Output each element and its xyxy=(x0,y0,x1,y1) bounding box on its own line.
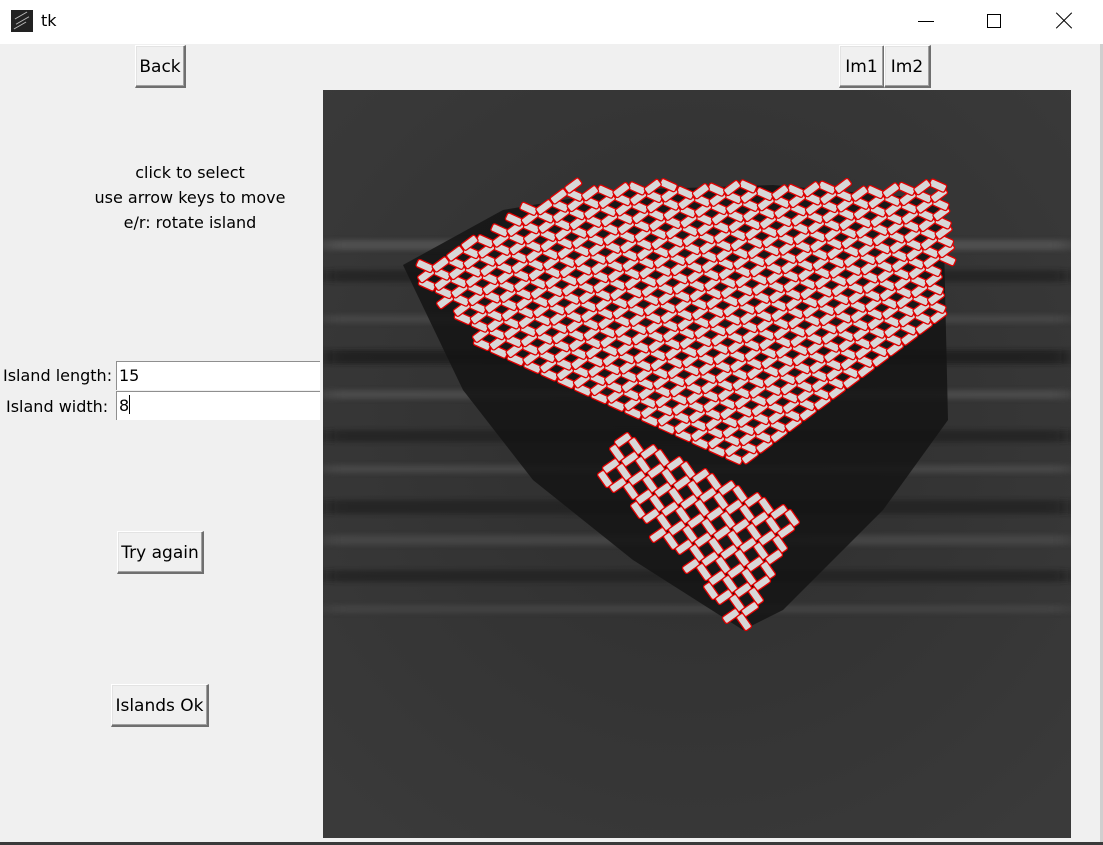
island-image-canvas[interactable] xyxy=(323,90,1071,838)
close-button[interactable] xyxy=(1041,0,1087,44)
back-button[interactable]: Back xyxy=(135,45,186,88)
try-again-button[interactable]: Try again xyxy=(117,531,204,574)
close-icon xyxy=(1055,12,1073,30)
islands-ok-button[interactable]: Islands Ok xyxy=(111,684,209,727)
instruction-move: use arrow keys to move xyxy=(94,188,286,207)
window-title: tk xyxy=(41,11,57,30)
maximize-icon xyxy=(987,14,1001,28)
text-caret xyxy=(129,395,131,414)
island-width-value: 8 xyxy=(119,396,130,415)
minimize-button[interactable] xyxy=(902,0,948,44)
minimize-icon xyxy=(918,21,934,22)
island-length-label: Island length: xyxy=(3,366,113,385)
instruction-rotate: e/r: rotate island xyxy=(123,213,257,232)
title-bar: tk xyxy=(0,0,1103,44)
island-width-label: Island width: xyxy=(6,397,109,416)
island-width-input[interactable]: 8 xyxy=(116,391,320,420)
im2-button[interactable]: Im2 xyxy=(884,45,931,88)
maximize-button[interactable] xyxy=(971,0,1017,44)
feather-icon xyxy=(11,10,33,32)
island-length-input[interactable]: 15 xyxy=(116,361,320,390)
island-length-value: 15 xyxy=(119,366,140,385)
instruction-select: click to select xyxy=(135,163,245,182)
im1-button[interactable]: Im1 xyxy=(839,45,885,88)
